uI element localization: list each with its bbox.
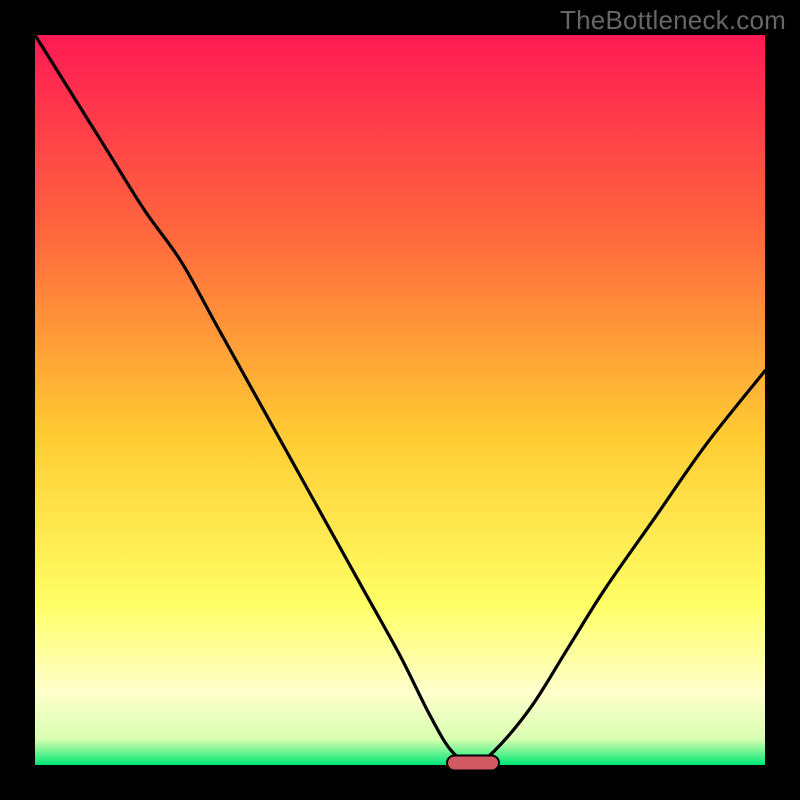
optimum-marker <box>447 756 499 771</box>
chart-container: TheBottleneck.com <box>0 0 800 800</box>
bottleneck-chart <box>0 0 800 800</box>
watermark-text: TheBottleneck.com <box>560 5 786 36</box>
